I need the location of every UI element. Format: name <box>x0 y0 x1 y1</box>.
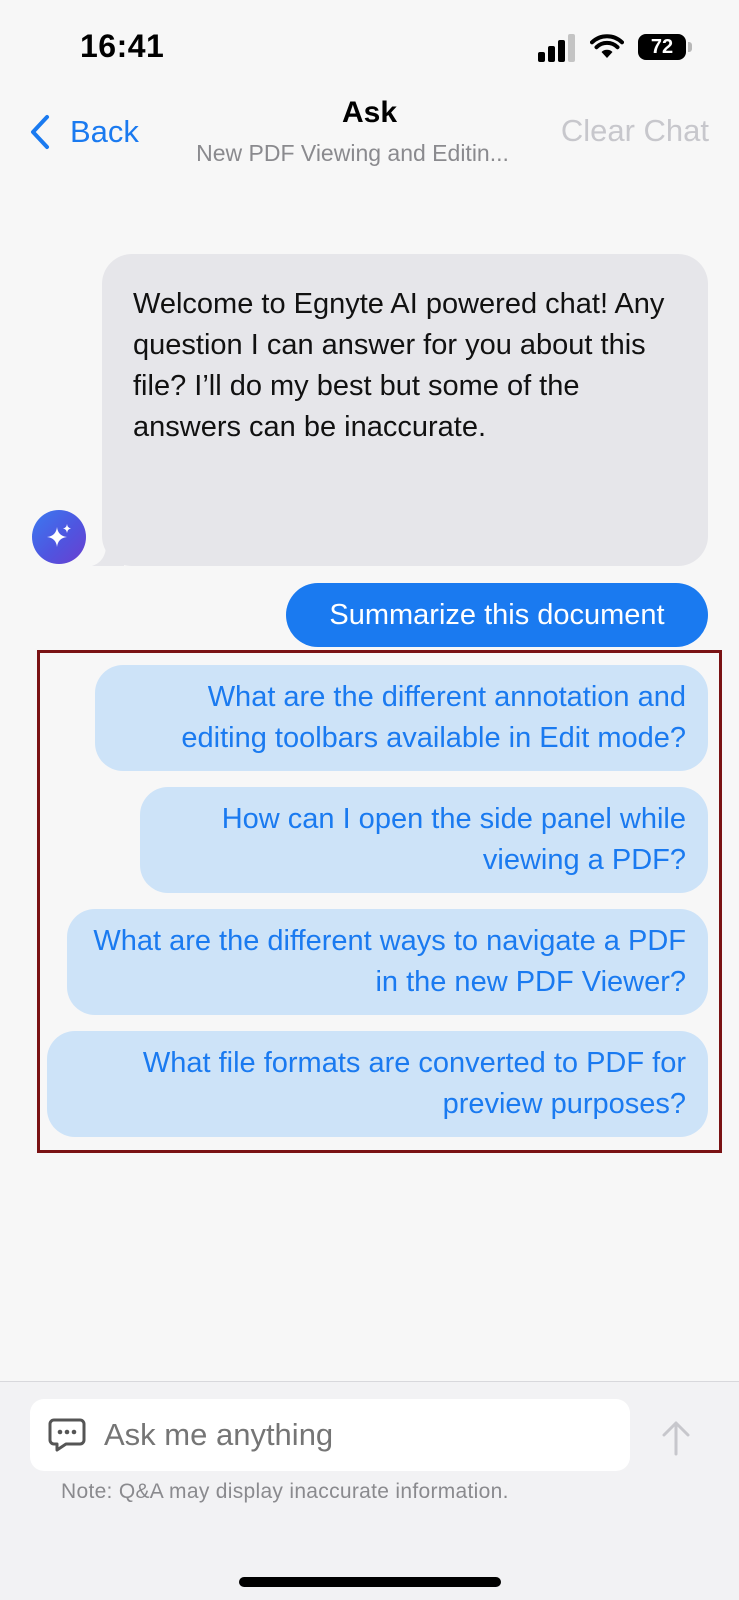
home-indicator <box>239 1577 501 1587</box>
clear-chat-button[interactable]: Clear Chat <box>561 113 709 149</box>
chat-screen: 16:41 72 Back Ask New PDF Viewing and Ed… <box>0 0 739 1600</box>
composer-area: Note: Q&A may display inaccurate informa… <box>0 1381 739 1600</box>
cellular-signal-icon <box>538 32 578 62</box>
chat-bubble-icon <box>48 1418 86 1452</box>
battery-tip <box>688 42 692 52</box>
wifi-icon <box>590 34 624 58</box>
ask-input[interactable] <box>104 1399 604 1471</box>
send-arrow-icon[interactable] <box>660 1418 692 1458</box>
bot-message-bubble: Welcome to Egnyte AI powered chat! Any q… <box>102 254 708 566</box>
disclaimer-note: Note: Q&A may display inaccurate informa… <box>61 1480 509 1503</box>
message-input-box[interactable] <box>30 1399 630 1471</box>
status-time: 16:41 <box>80 28 165 64</box>
suggestion-chip[interactable]: What are the different annotation and ed… <box>95 665 708 771</box>
suggestion-chip[interactable]: How can I open the side panel while view… <box>140 787 708 893</box>
status-icons: 72 <box>538 32 698 68</box>
bubble-tail <box>92 532 124 566</box>
sparkle-icon <box>47 524 71 547</box>
suggestion-chip[interactable]: What are the different ways to navigate … <box>67 909 708 1015</box>
battery-icon: 72 <box>638 34 686 60</box>
ai-sparkle-avatar-icon <box>32 510 86 564</box>
user-message-bubble: Summarize this document <box>286 583 708 647</box>
suggestion-chip[interactable]: What file formats are converted to PDF f… <box>47 1031 708 1137</box>
